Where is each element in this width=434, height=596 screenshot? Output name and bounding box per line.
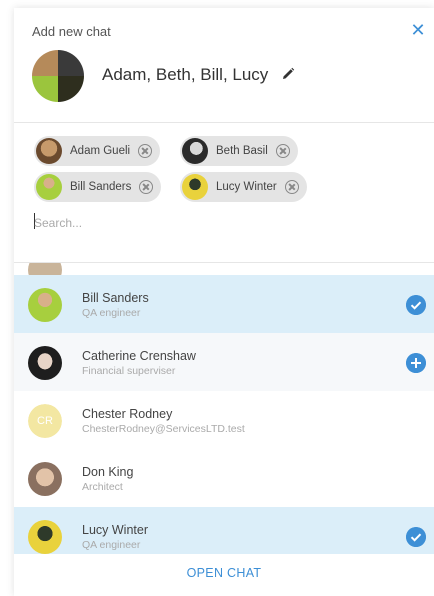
remove-chip-icon[interactable] — [138, 144, 153, 158]
group-name: Adam, Beth, Bill, Lucy — [102, 65, 269, 84]
group-avatar — [32, 50, 84, 102]
plus-icon[interactable] — [406, 353, 426, 373]
search-input[interactable] — [34, 212, 414, 234]
chip-label: Lucy Winter — [216, 181, 277, 193]
list-item[interactable]: Bill Sanders QA engineer — [14, 275, 434, 333]
contact-name: Catherine Crenshaw — [82, 349, 196, 363]
list-item[interactable]: CR Chester Rodney ChesterRodney@Services… — [14, 391, 434, 449]
avatar — [182, 138, 208, 164]
contact-subtitle: QA engineer — [82, 539, 141, 551]
avatar: CR — [28, 404, 62, 438]
list-item[interactable]: Lucy Winter QA engineer — [14, 507, 434, 554]
avatar-initials: CR — [28, 404, 62, 438]
dialog-header: Add new chat ✕ Adam, Beth, Bill, Lucy — [14, 8, 434, 123]
chip-label: Beth Basil — [216, 145, 268, 157]
chip-beth-basil: Beth Basil — [180, 136, 298, 166]
dialog-title: Add new chat — [32, 24, 111, 39]
list-item[interactable]: Catherine Crenshaw Financial superviser — [14, 333, 434, 391]
avatar — [28, 346, 62, 380]
avatar — [28, 462, 62, 496]
avatar — [36, 174, 62, 200]
chip-label: Adam Gueli — [70, 145, 131, 157]
contact-name: Don King — [82, 465, 134, 479]
remove-chip-icon[interactable] — [275, 144, 290, 158]
contact-list[interactable]: Bill Sanders QA engineer Catherine Crens… — [14, 262, 434, 554]
contact-subtitle: ChesterRodney@ServicesLTD.test — [82, 423, 245, 435]
check-icon[interactable] — [406, 295, 426, 315]
avatar — [36, 138, 62, 164]
add-new-chat-dialog: Add new chat ✕ Adam, Beth, Bill, Lucy Ad… — [14, 8, 434, 596]
contact-name: Bill Sanders — [82, 291, 149, 305]
dialog-footer: OPEN CHAT — [14, 554, 434, 596]
remove-chip-icon[interactable] — [139, 180, 154, 194]
contact-subtitle: QA engineer — [82, 307, 141, 319]
contact-subtitle: Financial superviser — [82, 365, 176, 377]
chip-lucy-winter: Lucy Winter — [180, 172, 307, 202]
contact-subtitle: Architect — [82, 481, 123, 493]
contact-name: Lucy Winter — [82, 523, 148, 537]
check-icon[interactable] — [406, 527, 426, 547]
avatar — [28, 288, 62, 322]
open-chat-button[interactable]: OPEN CHAT — [14, 566, 434, 580]
list-item[interactable]: Don King Architect — [14, 449, 434, 507]
chip-bill-sanders: Bill Sanders — [34, 172, 162, 202]
avatar — [28, 520, 62, 554]
chip-label: Bill Sanders — [70, 181, 132, 193]
pencil-icon[interactable] — [280, 66, 296, 82]
chip-adam-gueli: Adam Gueli — [34, 136, 161, 166]
selected-participants: Adam Gueli Beth Basil Bill Sanders Lucy … — [14, 126, 434, 264]
contact-name: Chester Rodney — [82, 407, 173, 421]
remove-chip-icon[interactable] — [284, 180, 299, 194]
avatar — [182, 174, 208, 200]
close-icon[interactable]: ✕ — [408, 20, 428, 40]
